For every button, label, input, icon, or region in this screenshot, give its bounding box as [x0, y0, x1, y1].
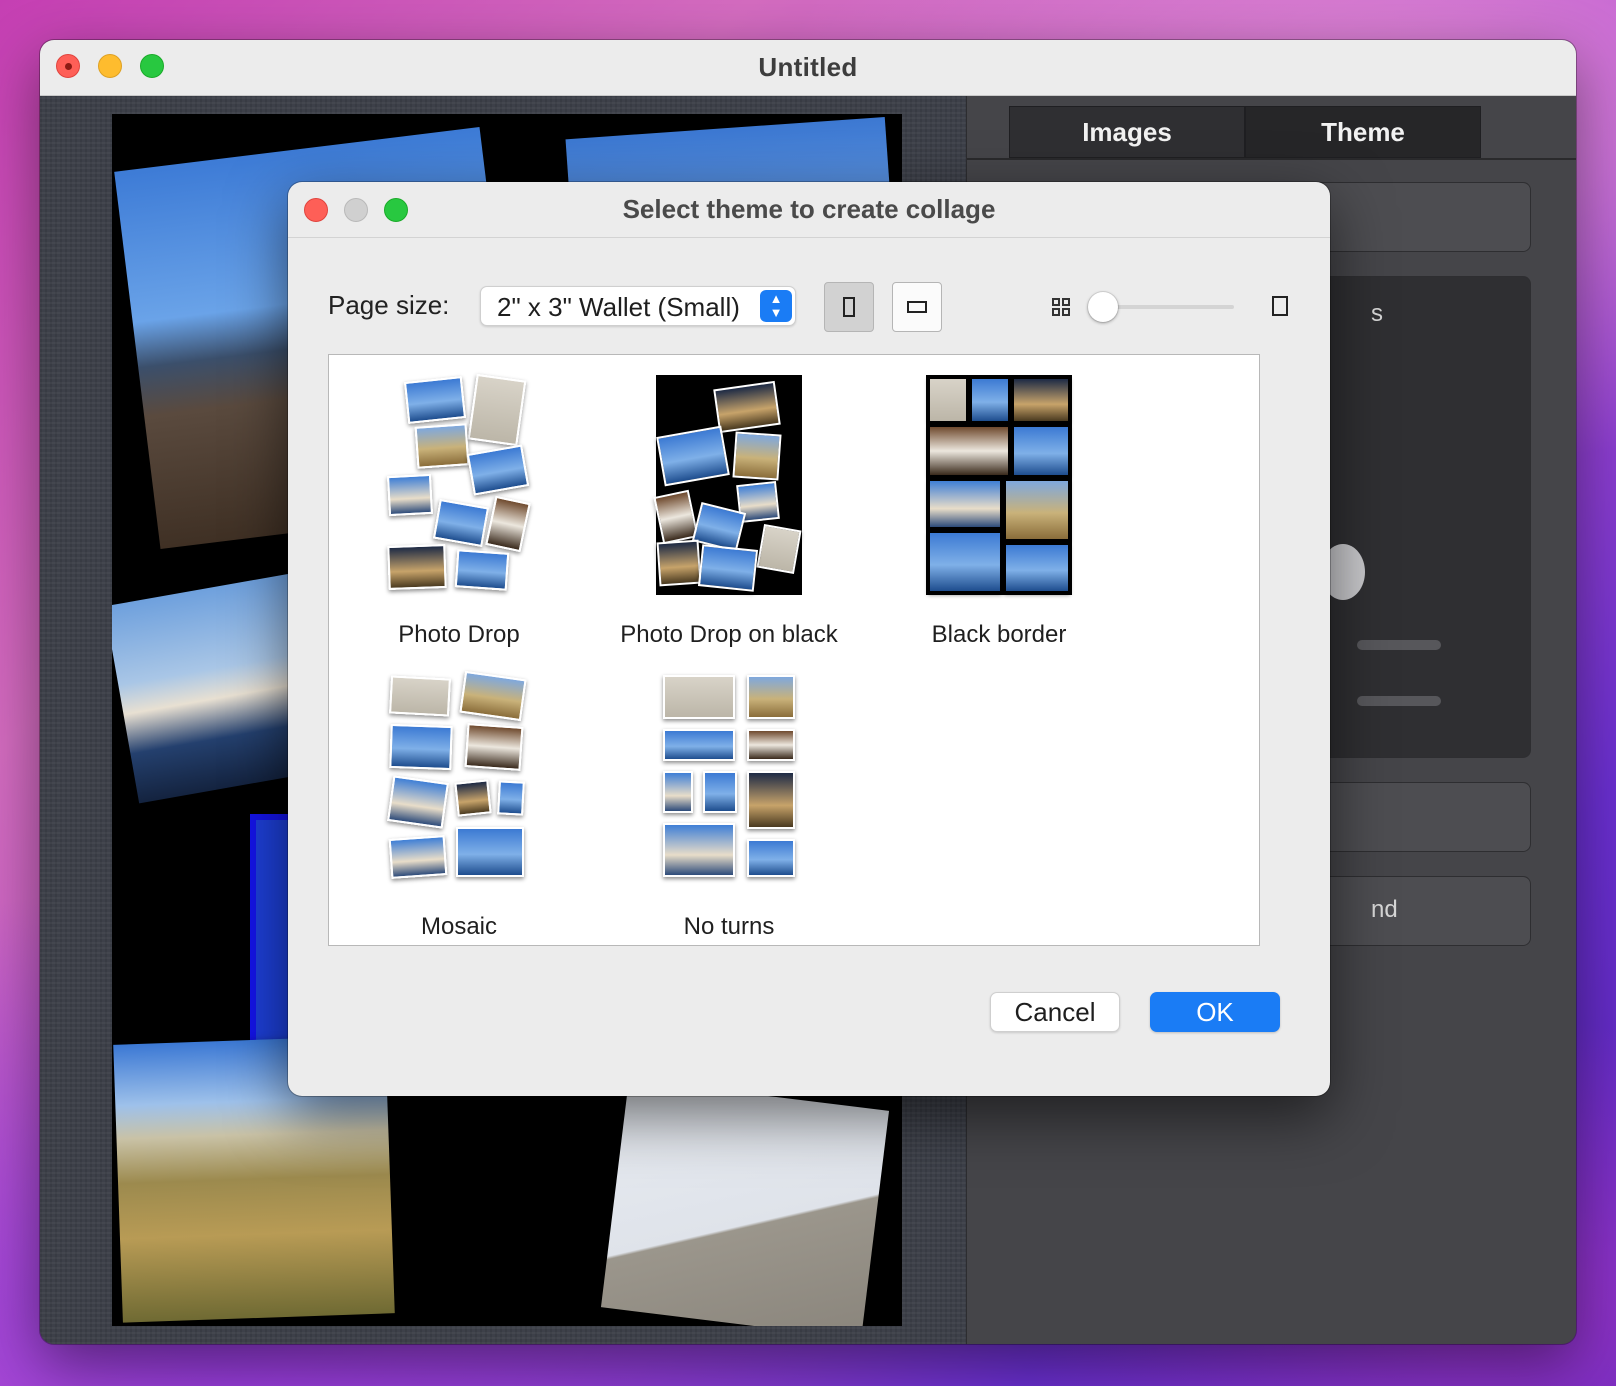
theme-label: Black border: [931, 621, 1067, 648]
thumb-photo: [747, 729, 795, 761]
collage-photo[interactable]: [600, 1078, 890, 1326]
thumb-photo: [928, 531, 1002, 593]
page-size-value: 2" x 3" Wallet (Small): [497, 292, 740, 322]
thumb-photo: [928, 479, 1002, 529]
thumb-photo: [387, 775, 449, 829]
thumb-photo: [459, 670, 527, 722]
theme-label: Photo Drop on black: [620, 621, 838, 648]
window-controls: [56, 54, 164, 78]
dialog-close-button[interactable]: [304, 198, 328, 222]
page-size-select[interactable]: 2" x 3" Wallet (Small) ▲ ▼: [480, 286, 796, 326]
theme-label: No turns: [683, 913, 775, 940]
sidebar-partial-label: nd: [1371, 896, 1398, 923]
thumb-photo: [703, 771, 737, 813]
theme-thumbnail: [386, 373, 532, 595]
thumb-photo: [466, 444, 530, 496]
thumb-photo: [389, 723, 453, 771]
zoom-button[interactable]: [140, 54, 164, 78]
theme-thumbnail: [926, 375, 1072, 595]
window-titlebar: Untitled: [40, 40, 1576, 96]
portrait-orientation-button[interactable]: [824, 282, 874, 332]
thumb-photo: [414, 423, 470, 469]
dialog-titlebar: Select theme to create collage: [288, 182, 1330, 238]
landscape-orientation-button[interactable]: [892, 282, 942, 332]
cancel-button[interactable]: Cancel: [990, 992, 1120, 1032]
thumb-photo: [386, 473, 434, 517]
thumb-photo: [388, 835, 448, 879]
thumb-photo: [485, 495, 531, 553]
dialog-zoom-button[interactable]: [384, 198, 408, 222]
sidebar-partial-label: s: [1371, 300, 1383, 327]
chevron-up-down-icon: ▲ ▼: [760, 290, 792, 322]
landscape-orientation-icon: [907, 301, 927, 313]
close-dot-icon: [65, 63, 72, 70]
zoom-slider-knob[interactable]: [1088, 292, 1118, 322]
thumb-photo: [656, 539, 702, 587]
thumb-photo: [454, 549, 510, 591]
grid-small-icon: [1052, 298, 1070, 316]
theme-item-black-border[interactable]: Black border: [899, 375, 1099, 649]
ok-button[interactable]: OK: [1150, 992, 1280, 1032]
thumb-photo: [497, 780, 525, 816]
thumb-photo: [1004, 479, 1070, 541]
thumb-photo: [970, 377, 1010, 423]
dialog-title: Select theme to create collage: [622, 194, 996, 224]
theme-thumbnail: [386, 670, 532, 887]
thumb-photo: [656, 425, 730, 487]
thumb-photo: [467, 373, 527, 447]
window-title: Untitled: [758, 52, 858, 82]
thumb-photo: [389, 675, 451, 717]
thumb-photo: [456, 827, 524, 877]
thumb-photo: [432, 498, 490, 548]
thumb-photo: [747, 771, 795, 829]
thumb-photo: [713, 380, 781, 434]
theme-thumbnail: [653, 375, 802, 595]
thumb-photo: [1012, 377, 1070, 423]
portrait-orientation-icon: [843, 297, 855, 317]
thumb-photo: [1004, 543, 1070, 593]
thumb-photo: [663, 771, 693, 813]
thumb-photo: [756, 524, 802, 574]
theme-item-photo-drop[interactable]: Photo Drop: [359, 373, 559, 649]
tab-theme[interactable]: Theme: [1245, 106, 1481, 158]
thumb-photo: [464, 723, 524, 771]
sidebar-slider[interactable]: [1357, 696, 1441, 706]
thumb-photo: [928, 425, 1010, 477]
thumb-photo: [1012, 425, 1070, 477]
theme-label: Photo Drop: [398, 621, 520, 648]
thumb-photo: [387, 544, 447, 590]
theme-item-mosaic[interactable]: Mosaic: [359, 670, 559, 941]
thumb-photo: [928, 377, 968, 423]
theme-dialog: Select theme to create collage Page size…: [288, 182, 1330, 1096]
thumb-photo: [403, 376, 467, 424]
sidebar-tabs: Images Theme: [1009, 106, 1481, 158]
thumb-photo: [663, 729, 735, 761]
tab-images[interactable]: Images: [1009, 106, 1245, 158]
thumb-photo: [747, 675, 795, 719]
theme-label: Mosaic: [420, 913, 498, 940]
theme-item-photo-drop-on-black[interactable]: Photo Drop on black: [619, 375, 839, 649]
thumb-photo: [747, 839, 795, 877]
page-size-label: Page size:: [328, 290, 450, 320]
thumb-photo: [732, 431, 782, 481]
thumb-photo: [663, 823, 735, 877]
sidebar-slider[interactable]: [1357, 640, 1441, 650]
theme-list[interactable]: Photo Drop Photo Drop on black Black bor…: [328, 354, 1260, 946]
thumb-photo: [454, 779, 492, 817]
dialog-window-controls: [304, 198, 408, 222]
theme-item-no-turns[interactable]: No turns: [629, 673, 829, 941]
dialog-minimize-button: [344, 198, 368, 222]
close-button[interactable]: [56, 54, 80, 78]
tab-divider: [967, 158, 1576, 160]
minimize-button[interactable]: [98, 54, 122, 78]
theme-thumbnail: [659, 673, 799, 887]
single-large-icon: [1272, 296, 1288, 316]
thumb-photo: [663, 675, 735, 719]
thumb-photo: [697, 544, 759, 592]
